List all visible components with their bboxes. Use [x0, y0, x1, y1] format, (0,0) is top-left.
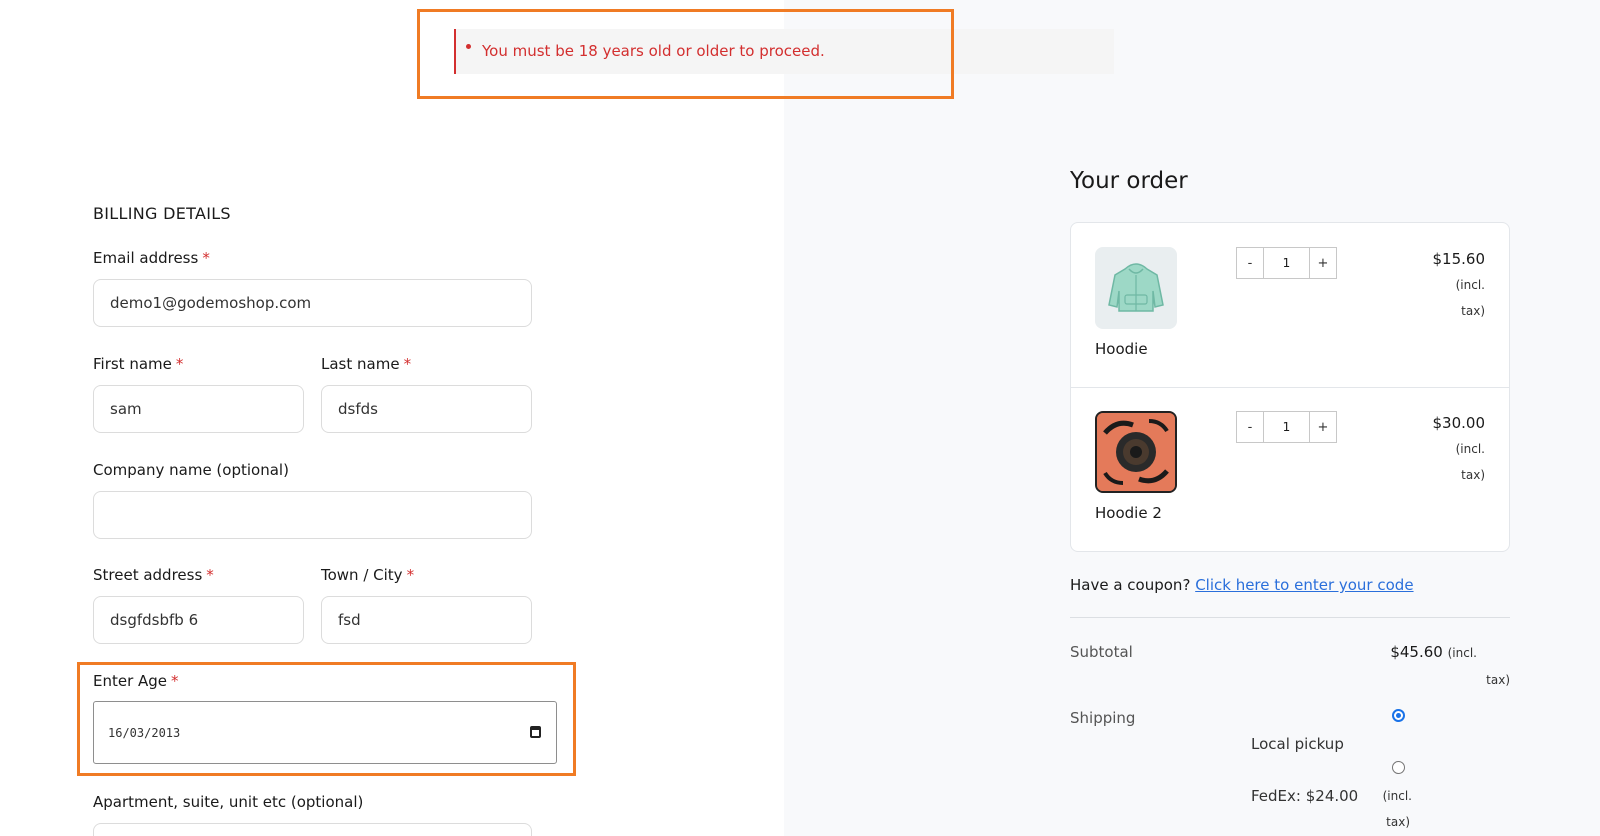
city-label: Town / City *	[321, 566, 415, 584]
shipping-tax-note: tax)	[1386, 815, 1410, 829]
subtotal-tax-note: (incl.	[1447, 646, 1477, 660]
item-tax-note: tax)	[1461, 468, 1485, 482]
subtotal-label: Subtotal	[1070, 643, 1133, 661]
quantity-stepper[interactable]: - 1 +	[1236, 411, 1337, 443]
error-notice: You must be 18 years old or older to pro…	[454, 29, 1114, 74]
subtotal-tax-note: tax)	[1486, 673, 1510, 687]
qty-value[interactable]: 1	[1263, 412, 1310, 442]
item-price: $15.60	[1432, 250, 1486, 268]
company-label: Company name (optional)	[93, 461, 289, 479]
last-name-label: Last name *	[321, 355, 412, 373]
coupon-link[interactable]: Click here to enter your code	[1195, 576, 1413, 594]
item-tax-note: tax)	[1461, 304, 1485, 318]
required-mark: *	[175, 355, 184, 373]
shipping-option-label[interactable]: FedEx: $24.00	[1251, 787, 1358, 805]
qty-plus-button[interactable]: +	[1310, 412, 1336, 442]
first-name-label: First name *	[93, 355, 184, 373]
email-label: Email address *	[93, 249, 210, 267]
totals-divider	[1070, 617, 1510, 618]
item-tax-note: (incl.	[1455, 278, 1485, 292]
required-mark: *	[406, 566, 415, 584]
last-name-field[interactable]: dsfds	[321, 385, 532, 433]
street-field[interactable]: dsgfdsbfb 6	[93, 596, 304, 644]
city-field[interactable]: fsd	[321, 596, 532, 644]
apartment-label: Apartment, suite, unit etc (optional)	[93, 793, 364, 811]
item-divider	[1071, 387, 1509, 388]
shipping-tax-note: (incl.	[1382, 789, 1412, 803]
street-label: Street address *	[93, 566, 214, 584]
hoodie-icon	[1108, 263, 1164, 312]
product-name[interactable]: Hoodie 2	[1095, 504, 1162, 522]
shipping-option-label[interactable]: Local pickup	[1251, 735, 1344, 753]
required-mark: *	[206, 566, 214, 584]
order-title: Your order	[1070, 168, 1188, 194]
qty-minus-button[interactable]: -	[1237, 248, 1263, 278]
billing-title: BILLING DETAILS	[93, 204, 231, 223]
product-name[interactable]: Hoodie	[1095, 340, 1148, 358]
item-tax-note: (incl.	[1455, 442, 1485, 456]
coupon-prompt: Have a coupon? Click here to enter your …	[1070, 576, 1414, 594]
order-items-box: Hoodie - 1 + $15.60 (incl. tax) Hoodie 2…	[1070, 222, 1510, 552]
artwork-icon	[1097, 413, 1175, 491]
fedex-radio[interactable]	[1392, 761, 1405, 774]
apartment-field[interactable]	[93, 823, 532, 836]
hoodie-image[interactable]	[1095, 247, 1177, 329]
subtotal-value: $45.60 (incl.	[1390, 643, 1477, 661]
qty-minus-button[interactable]: -	[1237, 412, 1263, 442]
quantity-stepper[interactable]: - 1 +	[1236, 247, 1337, 279]
qty-plus-button[interactable]: +	[1310, 248, 1336, 278]
item-price: $30.00	[1432, 414, 1486, 432]
first-name-field[interactable]: sam	[93, 385, 304, 433]
email-field[interactable]: demo1@godemoshop.com	[93, 279, 532, 327]
calendar-icon[interactable]	[530, 726, 541, 738]
company-field[interactable]	[93, 491, 532, 539]
required-mark: *	[171, 672, 179, 690]
age-date-value: 16/03/2013	[108, 726, 181, 740]
required-mark: *	[202, 249, 210, 267]
error-message: You must be 18 years old or older to pro…	[482, 42, 825, 60]
age-label: Enter Age *	[93, 672, 179, 690]
shipping-label: Shipping	[1070, 709, 1136, 727]
hoodie-2-image[interactable]	[1095, 411, 1177, 493]
qty-value[interactable]: 1	[1263, 248, 1310, 278]
local-pickup-radio[interactable]	[1392, 709, 1405, 722]
age-date-input[interactable]: 16/03/2013	[93, 701, 557, 764]
required-mark: *	[403, 355, 412, 373]
bullet-icon	[466, 44, 471, 49]
